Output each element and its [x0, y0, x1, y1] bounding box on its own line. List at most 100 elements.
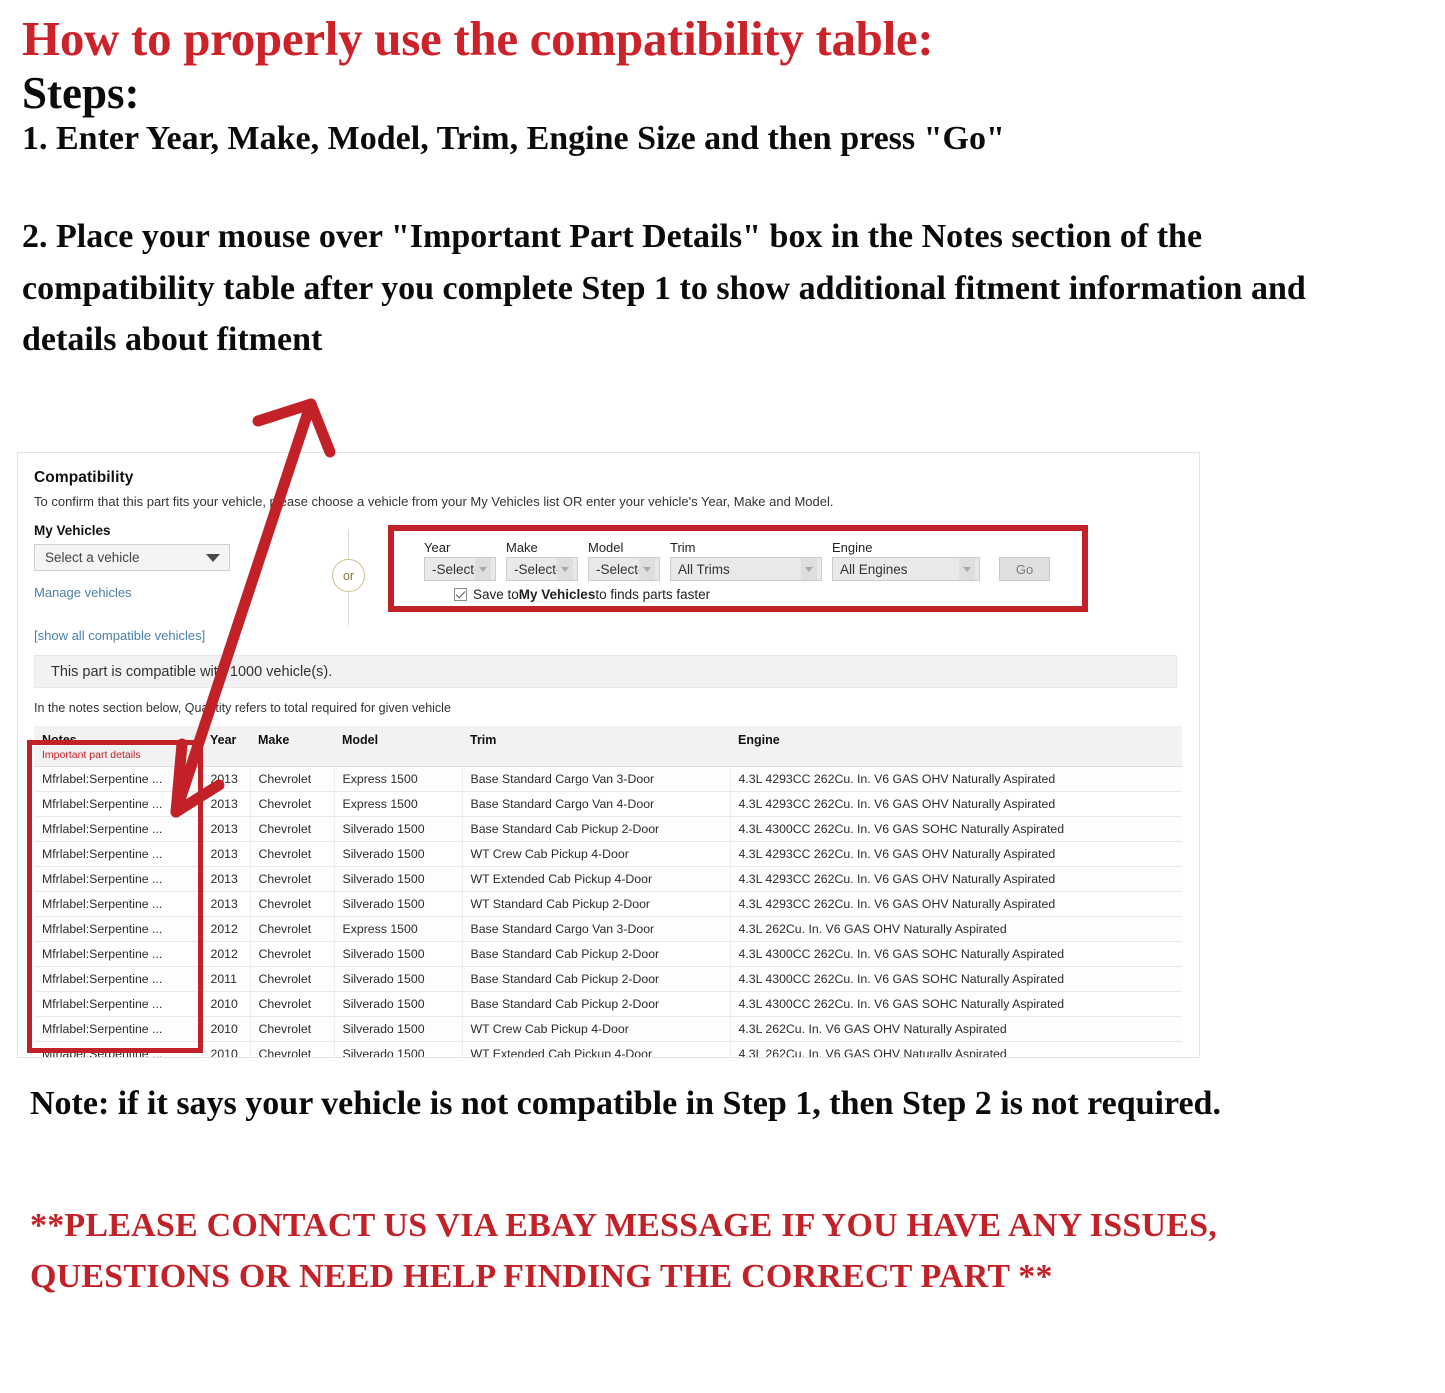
cell-notes[interactable]: Mfrlabel:Serpentine ...	[34, 1041, 203, 1057]
column-header-notes[interactable]: Notes Important part details	[34, 726, 202, 767]
year-select[interactable]: -Select-	[424, 557, 496, 581]
cell-notes[interactable]: Mfrlabel:Serpentine ...	[34, 866, 203, 892]
cell-model: Silverado 1500	[334, 1041, 463, 1057]
chevron-down-icon	[639, 558, 655, 580]
cell-trim: WT Crew Cab Pickup 4-Door	[462, 841, 731, 867]
table-row[interactable]: Mfrlabel:Serpentine ... 2010 Chevrolet Silv…	[34, 1016, 1182, 1042]
cell-notes[interactable]: Mfrlabel:Serpentine ...	[34, 816, 203, 842]
fitment-header-row: Notes Important part details Year Make M…	[34, 726, 1182, 767]
table-row[interactable]: Mfrlabel:Serpentine ... 2013 Chevrolet Silv…	[34, 841, 1182, 867]
cell-year: 2011	[202, 966, 251, 992]
fitment-table: Notes Important part details Year Make M…	[34, 726, 1182, 1057]
cell-notes[interactable]: Mfrlabel:Serpentine ...	[34, 916, 203, 942]
table-row[interactable]: Mfrlabel:Serpentine ... 2013 Chevrolet Expr…	[34, 766, 1182, 792]
cell-year: 2013	[202, 841, 251, 867]
cell-year: 2012	[202, 941, 251, 967]
trim-field: Trim All Trims	[670, 540, 822, 581]
vehicle-select-dropdown[interactable]: Select a vehicle	[34, 544, 230, 571]
fitment-table-head: Notes Important part details Year Make M…	[34, 726, 1182, 767]
cell-trim: WT Extended Cab Pickup 4-Door	[462, 1041, 731, 1057]
show-all-compatible-vehicles-link[interactable]: [show all compatible vehicles]	[34, 628, 205, 643]
cell-make: Chevrolet	[250, 766, 335, 792]
table-row[interactable]: Mfrlabel:Serpentine ... 2010 Chevrolet Silv…	[34, 1041, 1182, 1057]
table-row[interactable]: Mfrlabel:Serpentine ... 2013 Chevrolet Silv…	[34, 816, 1182, 842]
column-header-make[interactable]: Make	[250, 726, 334, 767]
steps-label: Steps:	[22, 67, 140, 118]
table-row[interactable]: Mfrlabel:Serpentine ... 2013 Chevrolet Silv…	[34, 891, 1182, 917]
column-header-year[interactable]: Year	[202, 726, 250, 767]
cell-make: Chevrolet	[250, 1016, 335, 1042]
cell-model: Silverado 1500	[334, 891, 463, 917]
cell-notes[interactable]: Mfrlabel:Serpentine ...	[34, 891, 203, 917]
cell-make: Chevrolet	[250, 791, 335, 817]
important-part-details-label: Important part details	[42, 749, 141, 761]
cell-make: Chevrolet	[250, 1041, 335, 1057]
engine-label: Engine	[832, 540, 873, 555]
cell-trim: Base Standard Cab Pickup 2-Door	[462, 991, 731, 1017]
column-header-model[interactable]: Model	[334, 726, 462, 767]
cell-notes[interactable]: Mfrlabel:Serpentine ...	[34, 941, 203, 967]
table-row[interactable]: Mfrlabel:Serpentine ... 2012 Chevrolet Silv…	[34, 941, 1182, 967]
column-header-engine[interactable]: Engine	[730, 726, 1182, 767]
compatibility-panel-body: Compatibility To confirm that this part …	[18, 453, 1199, 1057]
fitment-table-body: Mfrlabel:Serpentine ... 2013 Chevrolet Expr…	[34, 766, 1182, 1057]
cell-year: 2010	[202, 991, 251, 1017]
cell-notes[interactable]: Mfrlabel:Serpentine ...	[34, 1016, 203, 1042]
cell-trim: Base Standard Cargo Van 3-Door	[462, 766, 731, 792]
cell-model: Silverado 1500	[334, 991, 463, 1017]
make-select[interactable]: -Select-	[506, 557, 578, 581]
cell-trim: Base Standard Cab Pickup 2-Door	[462, 966, 731, 992]
cell-year: 2012	[202, 916, 251, 942]
engine-select[interactable]: All Engines	[832, 557, 980, 581]
cell-trim: WT Extended Cab Pickup 4-Door	[462, 866, 731, 892]
cell-engine: 4.3L 4293CC 262Cu. In. V6 GAS OHV Natura…	[730, 866, 1182, 892]
cell-engine: 4.3L 4300CC 262Cu. In. V6 GAS SOHC Natur…	[730, 816, 1182, 842]
instructions-header: How to properly use the compatibility ta…	[22, 14, 1422, 366]
go-button[interactable]: Go	[999, 557, 1050, 581]
table-row[interactable]: Mfrlabel:Serpentine ... 2012 Chevrolet Expr…	[34, 916, 1182, 942]
save-checkbox[interactable]	[454, 588, 467, 601]
trim-select[interactable]: All Trims	[670, 557, 822, 581]
step-2-text: 2. Place your mouse over "Important Part…	[22, 217, 1306, 359]
save-text-bold: My Vehicles	[518, 587, 596, 602]
cell-make: Chevrolet	[250, 991, 335, 1017]
cell-trim: WT Standard Cab Pickup 2-Door	[462, 891, 731, 917]
footer-contact-message: **PLEASE CONTACT US VIA EBAY MESSAGE IF …	[30, 1207, 1217, 1295]
column-header-trim[interactable]: Trim	[462, 726, 730, 767]
cell-make: Chevrolet	[250, 941, 335, 967]
year-field: Year -Select-	[424, 540, 496, 581]
model-field: Model -Select-	[588, 540, 660, 581]
cell-notes[interactable]: Mfrlabel:Serpentine ...	[34, 991, 203, 1017]
model-select-value: -Select-	[596, 561, 643, 577]
cell-notes[interactable]: Mfrlabel:Serpentine ...	[34, 966, 203, 992]
save-to-my-vehicles-row[interactable]: Save to My Vehicles to finds parts faste…	[454, 587, 710, 602]
cell-trim: Base Standard Cab Pickup 2-Door	[462, 941, 731, 967]
cell-make: Chevrolet	[250, 891, 335, 917]
cell-model: Express 1500	[334, 791, 463, 817]
table-row[interactable]: Mfrlabel:Serpentine ... 2010 Chevrolet Silv…	[34, 991, 1182, 1017]
manage-vehicles-link[interactable]: Manage vehicles	[34, 585, 132, 600]
cell-engine: 4.3L 4293CC 262Cu. In. V6 GAS OHV Natura…	[730, 766, 1182, 792]
my-vehicles-column: My Vehicles Select a vehicle Manage vehi…	[34, 523, 284, 643]
cell-model: Silverado 1500	[334, 841, 463, 867]
cell-make: Chevrolet	[250, 916, 335, 942]
table-row[interactable]: Mfrlabel:Serpentine ... 2011 Chevrolet Silv…	[34, 966, 1182, 992]
cell-year: 2013	[202, 791, 251, 817]
chevron-down-icon	[959, 558, 975, 580]
cell-model: Silverado 1500	[334, 941, 463, 967]
cell-notes[interactable]: Mfrlabel:Serpentine ...	[34, 766, 203, 792]
cell-trim: WT Crew Cab Pickup 4-Door	[462, 1016, 731, 1042]
vehicle-picker-row: My Vehicles Select a vehicle Manage vehi…	[32, 523, 1181, 651]
cell-model: Express 1500	[334, 916, 463, 942]
footer-note: Note: if it says your vehicle is not com…	[30, 1085, 1221, 1122]
chevron-down-icon	[206, 553, 220, 562]
cell-notes[interactable]: Mfrlabel:Serpentine ...	[34, 841, 203, 867]
model-select[interactable]: -Select-	[588, 557, 660, 581]
my-vehicles-label: My Vehicles	[34, 523, 111, 538]
model-label: Model	[588, 540, 624, 555]
table-row[interactable]: Mfrlabel:Serpentine ... 2013 Chevrolet Expr…	[34, 791, 1182, 817]
chevron-down-icon	[557, 558, 573, 580]
header-spacer	[22, 157, 1422, 211]
table-row[interactable]: Mfrlabel:Serpentine ... 2013 Chevrolet Silv…	[34, 866, 1182, 892]
cell-notes[interactable]: Mfrlabel:Serpentine ...	[34, 791, 203, 817]
